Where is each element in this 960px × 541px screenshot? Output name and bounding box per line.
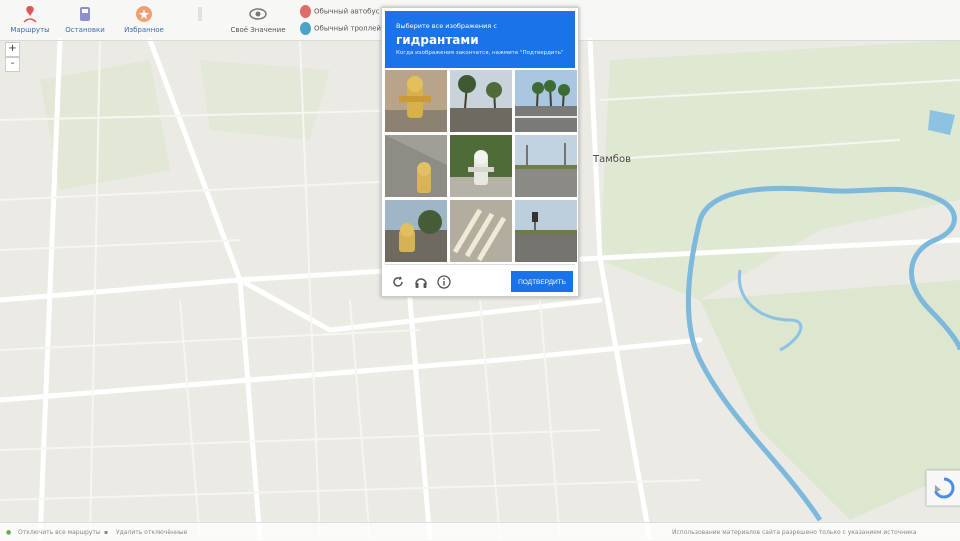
- trolleybus-drop-icon: [300, 22, 311, 35]
- captcha-dialog: Выберите все изображения с гидрантами Ко…: [381, 7, 579, 297]
- captcha-tile-road-poles[interactable]: [515, 135, 577, 197]
- eye-icon: [228, 4, 288, 24]
- city-label: Тамбов: [593, 154, 631, 165]
- toolbar-item-label: Своё Значение: [230, 26, 286, 34]
- captcha-instruction: Выберите все изображения с: [396, 22, 497, 30]
- faded-icon: [170, 4, 230, 24]
- toolbar-item-routes[interactable]: Маршруты: [0, 4, 60, 34]
- toolbar-item-stops[interactable]: Остановки: [55, 4, 115, 34]
- disable-routes-link[interactable]: Отключить все маршруты: [18, 529, 101, 536]
- trash-icon: ▪: [104, 529, 109, 536]
- legend-bus-label: Обычный автобус: [314, 7, 380, 16]
- toolbar-item-favorites[interactable]: Избранное: [114, 4, 174, 34]
- reload-icon[interactable]: [391, 274, 405, 288]
- captcha-tile-hydrant-2[interactable]: [385, 135, 447, 197]
- toolbar-item-label: Избранное: [124, 26, 164, 34]
- captcha-tile-hydrant-3[interactable]: [450, 135, 512, 197]
- legend-bus[interactable]: Обычный автобус: [300, 5, 379, 18]
- toolbar-item-own-value[interactable]: Своё Значение: [228, 4, 288, 34]
- remove-disabled-link[interactable]: Удалить отключённые: [116, 529, 187, 536]
- bus-drop-icon: [300, 5, 311, 18]
- captcha-hint: Когда изображения закончатся, нажмите "П…: [396, 50, 564, 56]
- recaptcha-badge[interactable]: [926, 470, 960, 506]
- captcha-tile-hydrant-1[interactable]: [385, 70, 447, 132]
- recaptcha-logo-icon: [934, 477, 955, 499]
- captcha-tile-traffic-light[interactable]: [515, 200, 577, 262]
- captcha-image-grid: [385, 70, 577, 262]
- captcha-header: Выберите все изображения с гидрантами Ко…: [385, 11, 575, 68]
- bus-stop-icon: [55, 4, 115, 24]
- legend-trolleybus[interactable]: Обычный троллейбус: [300, 22, 393, 35]
- captcha-footer: ПОДТВЕРДИТЬ: [385, 264, 575, 295]
- info-icon[interactable]: [437, 274, 451, 289]
- zoom-in-button[interactable]: +: [5, 42, 20, 57]
- zoom-out-button[interactable]: -: [5, 57, 20, 72]
- audio-headphones-icon[interactable]: [414, 274, 428, 288]
- verify-button[interactable]: ПОДТВЕРДИТЬ: [511, 271, 573, 292]
- captcha-tile-palm-road[interactable]: [515, 70, 577, 132]
- captcha-tile-hydrant-4[interactable]: [385, 200, 447, 262]
- captcha-tile-crosswalk[interactable]: [450, 200, 512, 262]
- route-icon: [0, 4, 60, 24]
- leaf-icon: ●: [6, 529, 12, 536]
- toolbar-item-label: Маршруты: [10, 26, 50, 34]
- copyright-text: Использование материалов сайта разрешено…: [672, 529, 917, 536]
- toolbar-item-label: Остановки: [65, 26, 105, 34]
- captcha-tile-palm-street[interactable]: [450, 70, 512, 132]
- toolbar-item-faded[interactable]: [170, 4, 230, 26]
- favorite-icon: [114, 4, 174, 24]
- status-bar: ● Отключить все маршруты ▪ Удалить отклю…: [0, 522, 960, 541]
- captcha-target: гидрантами: [396, 33, 479, 47]
